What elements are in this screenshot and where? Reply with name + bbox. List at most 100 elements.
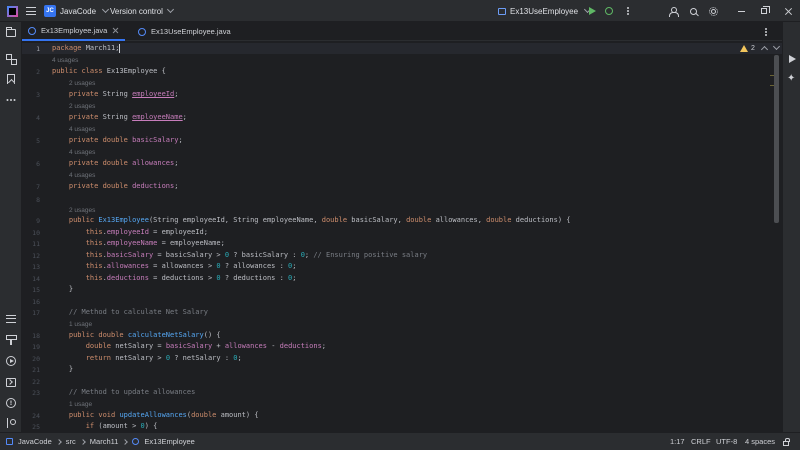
- code-line[interactable]: // Method to calculate Net Salary: [52, 307, 208, 318]
- chevron-down-icon: [101, 5, 110, 14]
- project-folder-icon[interactable]: [5, 27, 17, 39]
- line-number: 20: [32, 355, 40, 363]
- bookmarks-icon[interactable]: [5, 73, 17, 85]
- usage-hint[interactable]: 1 usage: [69, 321, 92, 328]
- usage-hint[interactable]: 2 usages: [69, 207, 95, 214]
- code-line[interactable]: public void updateAllowances(double amou…: [52, 410, 259, 421]
- run-icon[interactable]: [586, 0, 598, 22]
- code-line[interactable]: this.allowances = allowances > 0 ? allow…: [52, 261, 297, 272]
- tab-ex13employee[interactable]: Ex13Employee.java: [22, 22, 126, 41]
- code-line[interactable]: return netSalary > 0 ? netSalary : 0;: [52, 353, 242, 364]
- code-line[interactable]: this.basicSalary = basicSalary > 0 ? bas…: [52, 250, 427, 261]
- usage-hint[interactable]: 4 usages: [69, 172, 95, 179]
- search-icon[interactable]: [687, 0, 699, 22]
- line-number: 21: [32, 366, 40, 374]
- code-line[interactable]: double netSalary = basicSalary + allowan…: [52, 341, 326, 352]
- code-line[interactable]: private String employeeName;: [52, 112, 187, 123]
- structure-icon[interactable]: [5, 53, 17, 65]
- code-line[interactable]: private String employeeId;: [52, 89, 179, 100]
- version-control-button[interactable]: Version control: [110, 0, 174, 22]
- module-icon: [6, 438, 13, 445]
- usage-hint[interactable]: 4 usages: [69, 149, 95, 156]
- problems-icon[interactable]: !: [5, 397, 17, 409]
- line-number: 23: [32, 389, 40, 397]
- ai-assistant-sparkle-icon[interactable]: [786, 73, 798, 86]
- add-user-icon[interactable]: [667, 0, 679, 22]
- usage-hint[interactable]: 4 usages: [69, 126, 95, 133]
- debug-icon[interactable]: [603, 0, 615, 22]
- line-number: 22: [32, 378, 40, 386]
- line-number-gutter[interactable]: 1 2 3 4 5 6 7 8 9 10 11 12 13 14 15 16 1…: [22, 41, 44, 432]
- chevron-up-icon[interactable]: [760, 45, 768, 54]
- line-number: 16: [32, 298, 40, 306]
- usage-hint[interactable]: 4 usages: [52, 57, 78, 64]
- indent-setting[interactable]: 4 spaces: [745, 433, 775, 450]
- minimize-icon[interactable]: [735, 0, 747, 22]
- line-number: 13: [32, 263, 40, 271]
- chevron-down-icon[interactable]: [772, 42, 780, 51]
- lock-icon[interactable]: [783, 433, 790, 450]
- warning-icon: [740, 44, 748, 52]
- left-tool-window-strip: !: [0, 22, 22, 432]
- settings-gear-icon[interactable]: [707, 0, 719, 22]
- code-line[interactable]: public double calculateNetSalary() {: [52, 330, 221, 341]
- hamburger-menu-icon[interactable]: [24, 0, 38, 22]
- status-bar: JavaCode src March11 Ex13Employee 1:17 C…: [0, 432, 800, 450]
- java-class-icon: [132, 438, 140, 445]
- notifications-run-icon[interactable]: [786, 53, 798, 65]
- tab-label: Ex13UseEmployee.java: [151, 27, 231, 36]
- run-tool-icon[interactable]: [5, 355, 17, 367]
- code-line[interactable]: this.employeeName = employeeName;: [52, 238, 225, 249]
- code-line[interactable]: }: [52, 364, 73, 375]
- usage-hint[interactable]: 2 usages: [69, 103, 95, 110]
- chevron-right-icon: [79, 438, 86, 445]
- project-selector[interactable]: JC JavaCode: [44, 0, 110, 22]
- code-line[interactable]: public Ex13Employee(String employeeId, S…: [52, 215, 571, 226]
- code-editor[interactable]: 1 2 3 4 5 6 7 8 9 10 11 12 13 14 15 16 1…: [22, 41, 782, 432]
- code-line[interactable]: // Method to update allowances: [52, 387, 195, 398]
- close-tab-icon[interactable]: [112, 27, 119, 34]
- breadcrumb-item[interactable]: Ex13Employee: [144, 437, 194, 446]
- code-line[interactable]: this.employeeId = employeeId;: [52, 227, 208, 238]
- inspection-widget[interactable]: 2: [740, 42, 780, 54]
- close-icon[interactable]: [782, 0, 794, 22]
- code-line[interactable]: this.deductions = deductions > 0 ? deduc…: [52, 273, 297, 284]
- line-number: 3: [36, 91, 40, 99]
- restore-icon[interactable]: [758, 0, 770, 22]
- tab-list-more-icon[interactable]: [760, 22, 772, 41]
- usage-hint[interactable]: 2 usages: [69, 80, 95, 87]
- chevron-right-icon: [55, 438, 62, 445]
- breadcrumb-item[interactable]: March11: [90, 437, 119, 446]
- caret-position[interactable]: 1:17: [670, 433, 685, 450]
- vertical-scrollbar[interactable]: [774, 55, 779, 223]
- line-number: 5: [36, 137, 40, 145]
- code-line[interactable]: package March11;: [52, 43, 121, 54]
- code-line[interactable]: if (amount > 0) {: [52, 421, 158, 432]
- code-line[interactable]: private double allowances;: [52, 158, 179, 169]
- breadcrumb-item[interactable]: JavaCode: [18, 437, 52, 446]
- run-configuration-selector[interactable]: Ex13UseEmployee: [498, 0, 592, 22]
- app-logo-icon: [6, 0, 18, 22]
- project-badge: JC: [44, 5, 56, 17]
- file-encoding[interactable]: UTF-8: [716, 433, 737, 450]
- git-icon[interactable]: [5, 417, 17, 429]
- line-number: 19: [32, 343, 40, 351]
- todo-list-icon[interactable]: [5, 313, 17, 325]
- chevron-right-icon: [122, 438, 129, 445]
- breadcrumb-item[interactable]: src: [66, 437, 76, 446]
- usage-hint[interactable]: 1 usage: [69, 401, 92, 408]
- code-line[interactable]: private double basicSalary;: [52, 135, 183, 146]
- code-line[interactable]: public class Ex13Employee {: [52, 66, 166, 77]
- tab-ex13useemployee[interactable]: Ex13UseEmployee.java: [132, 22, 237, 41]
- build-hammer-icon[interactable]: [5, 334, 17, 346]
- line-number: 18: [32, 332, 40, 340]
- terminal-icon[interactable]: [5, 376, 17, 388]
- line-number: 24: [32, 412, 40, 420]
- code-line[interactable]: private double deductions;: [52, 181, 179, 192]
- more-vertical-icon[interactable]: [623, 0, 633, 22]
- line-separator[interactable]: CRLF: [691, 433, 711, 450]
- line-number: 8: [36, 196, 40, 204]
- code-line[interactable]: }: [52, 284, 73, 295]
- more-horizontal-icon[interactable]: [5, 94, 17, 106]
- line-number: 25: [32, 423, 40, 431]
